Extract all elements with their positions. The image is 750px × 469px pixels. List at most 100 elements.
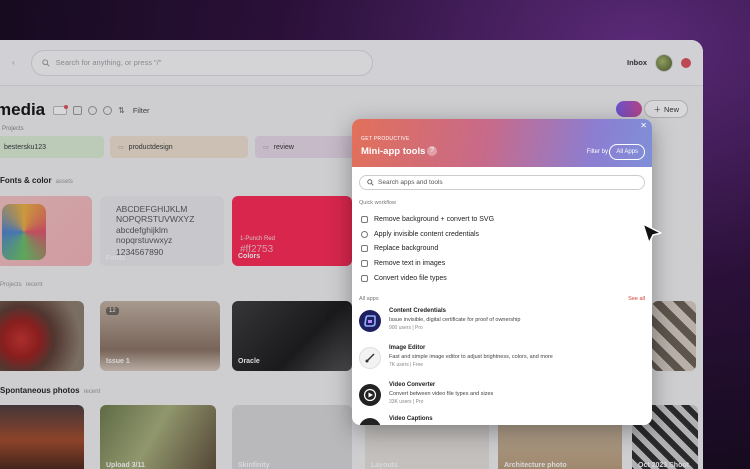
section-title: Spontaneous photos recent [0, 386, 100, 395]
app-name: Video Converter [389, 382, 436, 388]
workflow-item-convert-video[interactable]: Convert video file types [361, 271, 494, 286]
app-description: Fast and simple image editor to adjust b… [389, 354, 553, 360]
project-chip-3[interactable]: ▭ review [255, 136, 355, 158]
app-meta: 33K users | Pro [389, 399, 424, 405]
card-count-badge: 12 [106, 307, 119, 315]
fonts-card[interactable]: ABCDEFGHIJKLM NOPQRSTUVWXYZ abcdefghijkl… [100, 196, 224, 266]
sticker-card[interactable] [0, 196, 92, 266]
project-chip-label: bestersku123 [4, 143, 47, 151]
global-search-placeholder: Search for anything, or press "/" [55, 58, 162, 67]
help-icon[interactable]: ? [427, 146, 437, 156]
paintbrush-icon [359, 347, 381, 369]
pattern-card[interactable] [652, 301, 696, 371]
app-item-image-editor[interactable]: Image Editor Fast and simple image edito… [359, 344, 553, 374]
section-title: Projects recent [0, 282, 42, 288]
projects-label: Projects [2, 126, 24, 132]
color-card[interactable]: 1-Punch Red #ff2753 Colors [232, 196, 352, 266]
image-icon [361, 245, 368, 253]
card-label: Architecture photo [504, 462, 567, 469]
app-name: Video Captions [389, 416, 433, 422]
wand-icon [361, 215, 368, 223]
video-converter-icon [359, 384, 381, 406]
workflow-item-label: Apply invisible content credentials [374, 230, 480, 238]
grid-view-icon[interactable] [73, 105, 83, 115]
app-description: Convert between video file types and siz… [389, 391, 494, 397]
app-meta: 7K users | Free [389, 362, 424, 368]
filter-all-apps-button[interactable]: All Apps [609, 144, 645, 160]
workflow-item-label: Replace background [374, 245, 439, 253]
issue-card[interactable]: 12 Issue 1 [100, 301, 220, 371]
apps-search-input[interactable]: Search apps and tools [359, 175, 645, 190]
card-label: Issue 1 [106, 358, 130, 365]
sort-icon[interactable]: ⇅ [118, 106, 125, 115]
color-name: 1-Punch Red [240, 236, 276, 242]
section-meta: recent [25, 282, 43, 288]
video-icon [361, 275, 368, 283]
text-remove-icon [361, 260, 368, 268]
section-title-text: Spontaneous photos [0, 386, 80, 395]
credential-icon [361, 230, 368, 238]
video-captions-icon [359, 418, 381, 425]
see-all-link[interactable]: See all [628, 296, 645, 302]
app-description: Issue invisible, digital certificate for… [389, 317, 521, 323]
app-name: Content Credentials [389, 308, 447, 314]
close-icon[interactable]: ✕ [640, 121, 647, 130]
font-sample-lower: abcdefghijklm nopqrstuvwxyz [116, 225, 173, 245]
settings-icon[interactable] [88, 105, 98, 115]
section-title-text: Fonts & color [0, 176, 52, 185]
modal-kicker: GET PRODUCTIVE [361, 136, 410, 142]
collaborators-badge[interactable] [616, 101, 642, 117]
card-label: Upload 3/11 [106, 462, 145, 469]
plus-icon: ＋ [653, 104, 661, 114]
card-label: Oct 2023 Shoot [638, 462, 689, 469]
upload-card[interactable]: Upload 3/11 [100, 405, 216, 469]
card-label: Skinfinity [238, 462, 270, 469]
mouse-cursor-icon [642, 223, 662, 244]
workflow-item-remove-background[interactable]: Remove background + convert to SVG [361, 212, 494, 227]
new-button-label: New [663, 104, 679, 114]
new-button[interactable]: ＋ New [644, 100, 688, 118]
global-search-input[interactable]: Search for anything, or press "/" [30, 49, 373, 76]
photo-card[interactable] [0, 405, 84, 469]
project-chip-label: review [273, 143, 294, 151]
card-label: Oracle [238, 358, 260, 365]
section-meta: recent [83, 389, 101, 395]
quick-workflow-label: Quick workflow [359, 200, 396, 206]
avatar[interactable] [655, 53, 673, 72]
workflow-item-label: Remove background + convert to SVG [374, 215, 495, 223]
app-meta: 900 users | Pro [389, 325, 423, 331]
workflow-item-remove-text[interactable]: Remove text in images [361, 256, 494, 271]
project-chip-2[interactable]: ▭ productdesign [110, 136, 248, 158]
inbox-link[interactable]: Inbox [627, 58, 647, 67]
all-apps-label: All apps [359, 296, 379, 302]
app-item-video-converter[interactable]: Video Converter Convert between video fi… [359, 381, 493, 411]
skinfinity-card[interactable]: Skinfinity [232, 405, 352, 469]
share-icon[interactable] [53, 104, 69, 115]
filter-by-label: Filter by [586, 149, 608, 155]
workflow-item-content-credentials[interactable]: Apply invisible content credentials [361, 227, 494, 242]
section-title-text: Projects [0, 282, 22, 288]
workflow-item-label: Remove text in images [374, 260, 446, 268]
search-icon [367, 179, 374, 186]
modal-title: Mini-app tools [361, 146, 426, 157]
project-chip-1[interactable]: bestersku123 [0, 136, 104, 158]
card-label: Fonts [106, 255, 126, 262]
oracle-card[interactable]: Oracle [232, 301, 352, 371]
section-title: Fonts & color assets [0, 176, 73, 185]
workflow-item-label: Convert video file types [374, 275, 447, 283]
top-bar: ‹ Search for anything, or press "/" Inbo… [0, 40, 703, 86]
apps-search-placeholder: Search apps and tools [378, 179, 443, 186]
search-icon [41, 58, 50, 67]
content-credentials-icon [359, 310, 381, 332]
page-title: media [0, 100, 46, 119]
app-item-content-credentials[interactable]: Content Credentials Issue invisible, dig… [359, 307, 520, 337]
info-icon[interactable] [103, 105, 113, 115]
apples-card[interactable] [0, 301, 84, 371]
quick-workflow-list: Remove background + convert to SVG Apply… [361, 212, 494, 286]
filter-button[interactable]: Filter [133, 106, 150, 115]
app-item-video-captions[interactable]: Video Captions [359, 415, 433, 425]
notification-icon[interactable] [681, 57, 691, 68]
chevron-left-icon[interactable]: ‹ [12, 58, 15, 67]
workflow-item-replace-background[interactable]: Replace background [361, 242, 494, 257]
project-chip-label: productdesign [128, 143, 173, 151]
